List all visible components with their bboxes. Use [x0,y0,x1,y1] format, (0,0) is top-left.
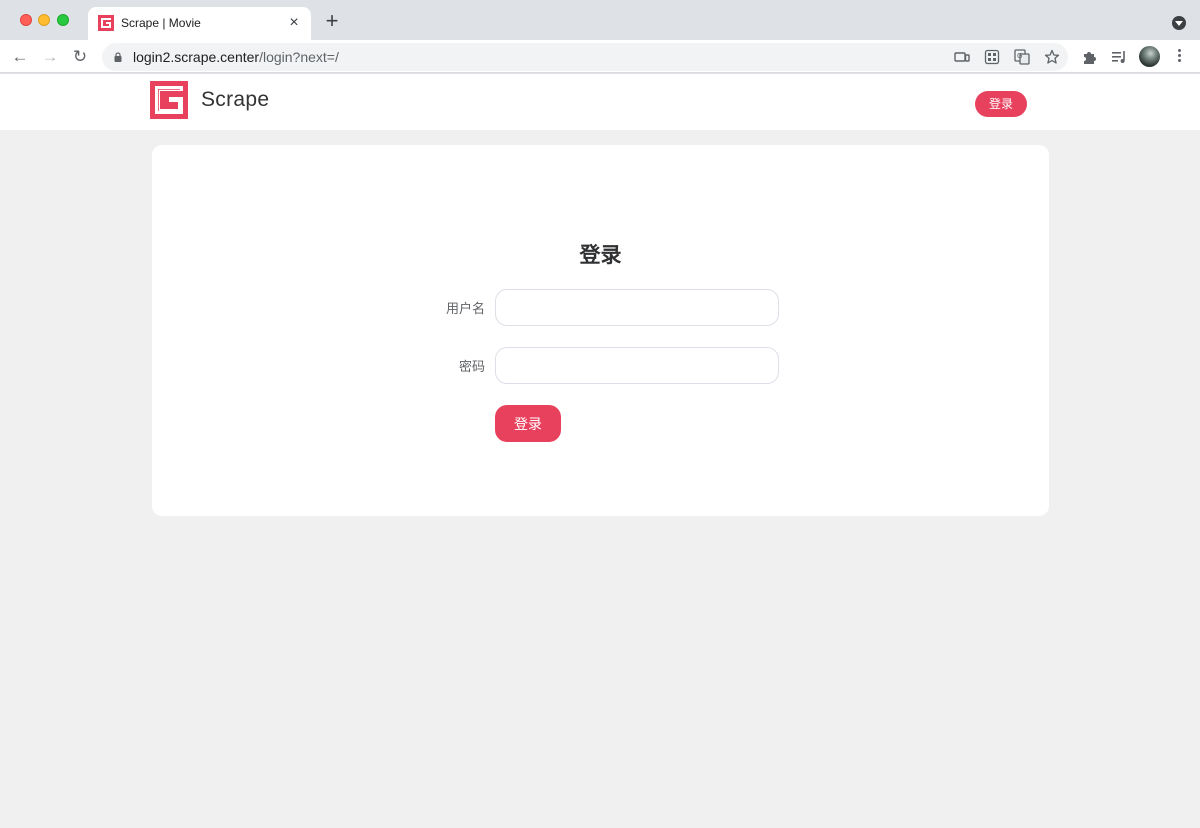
url-host: login2.scrape.center [133,49,260,65]
maximize-window-button[interactable] [57,14,69,26]
star-icon[interactable] [1043,48,1061,66]
tab-search-icon[interactable] [1172,16,1186,30]
password-field[interactable] [495,347,779,384]
url-path: /login?next=/ [259,49,339,65]
browser-tab-active[interactable]: Scrape | Movie × [88,7,311,40]
forward-button[interactable]: → [40,47,60,67]
qr-code-icon[interactable] [983,48,1001,66]
username-label: 用户名 [445,302,485,317]
page-viewport: Scrape 登录 登录 用户名 密码 登录 [0,74,1200,828]
menu-icon[interactable] [1176,47,1182,65]
login-card: 登录 用户名 密码 登录 [152,145,1049,516]
username-field[interactable] [495,289,779,326]
cast-icon[interactable] [953,48,971,66]
page-title: 登录 [579,243,622,267]
media-control-icon[interactable] [1109,47,1129,67]
back-button[interactable]: ← [10,47,30,67]
svg-text:G: G [1017,52,1022,60]
url-text: login2.scrape.center/login?next=/ [133,49,339,65]
minimize-window-button[interactable] [38,14,50,26]
close-window-button[interactable] [20,14,32,26]
tab-close-icon[interactable]: × [286,15,302,31]
header-login-button[interactable]: 登录 [975,91,1027,117]
translate-icon[interactable]: G [1013,48,1031,66]
reload-button[interactable]: ↻ [70,47,90,67]
extensions-icon[interactable] [1080,47,1100,67]
password-label: 密码 [458,360,485,375]
browser-toolbar: ← → ↻ login2.scrape.center/login?next=/ … [0,40,1200,73]
lock-icon [114,52,122,62]
browser-tabstrip: Scrape | Movie × + [0,0,1200,40]
scrape-logo-icon[interactable] [150,81,188,119]
login-submit-button[interactable]: 登录 [495,405,561,442]
scrape-logo-icon [98,15,114,31]
tab-title: Scrape | Movie [121,16,201,30]
address-bar[interactable]: login2.scrape.center/login?next=/ G [102,43,1068,71]
site-name[interactable]: Scrape [201,88,269,112]
new-tab-button[interactable]: + [322,10,342,32]
site-header: Scrape 登录 [0,74,1200,130]
profile-avatar[interactable] [1139,46,1160,67]
